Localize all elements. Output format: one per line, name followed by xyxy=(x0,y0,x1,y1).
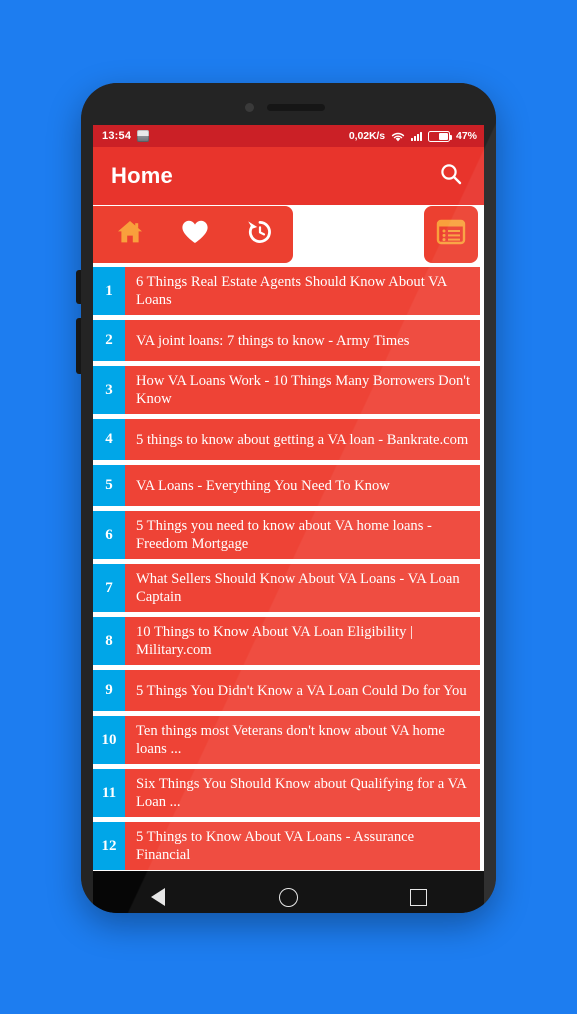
list-item-number: 1 xyxy=(93,267,125,315)
list-item-title: 5 Things You Didn't Know a VA Loan Could… xyxy=(125,670,480,711)
nav-recents-button[interactable] xyxy=(354,888,484,906)
list-item[interactable]: 95 Things You Didn't Know a VA Loan Coul… xyxy=(93,670,480,711)
network-speed-label: 0,02K/s xyxy=(348,130,385,142)
phone-screen: 13:54 0,02K/s 47% Home 1 6 Things Real E… xyxy=(93,125,484,871)
list-item-number: 11 xyxy=(93,769,125,817)
list-item[interactable]: 5 VA Loans - Everything You Need To Know xyxy=(93,465,480,506)
list-item-title: 10 Things to Know About VA Loan Eligibil… xyxy=(125,617,480,665)
list-item-number: 7 xyxy=(93,564,125,612)
list-item[interactable]: 16 Things Real Estate Agents Should Know… xyxy=(93,267,480,315)
status-time: 13:54 xyxy=(102,130,132,142)
battery-icon xyxy=(427,130,453,142)
list-item[interactable]: 12 5 Things to Know About VA Loans - Assu… xyxy=(93,822,480,870)
signal-bars-icon xyxy=(410,131,422,141)
home-circle-icon xyxy=(278,887,298,907)
history-icon xyxy=(245,217,275,252)
heart-icon xyxy=(180,217,210,252)
nav-home-button[interactable] xyxy=(223,887,353,907)
back-triangle-icon xyxy=(151,888,166,906)
list-item-number: 3 xyxy=(93,366,125,414)
list-item-number: 12 xyxy=(93,822,125,870)
list-item-title: 5 things to know about getting a VA loan… xyxy=(125,419,480,460)
earpiece-speaker xyxy=(267,104,325,111)
list-item[interactable]: 2 VA joint loans: 7 things to know - Army… xyxy=(93,320,480,361)
list-item-title: How VA Loans Work - 10 Things Many Borro… xyxy=(125,366,480,414)
android-navigation-bar xyxy=(93,871,484,913)
list-item[interactable]: 8 10 Things to Know About VA Loan Eligibi… xyxy=(93,617,480,665)
list-item-title: VA Loans - Everything You Need To Know xyxy=(125,465,480,506)
screenshot-stage: 13:54 0,02K/s 47% Home 1 6 Things Real E… xyxy=(0,0,577,1014)
list-item-number: 5 xyxy=(93,465,125,506)
app-bar: Home xyxy=(93,147,484,205)
list-item[interactable]: 45 things to know about getting a VA loa… xyxy=(93,419,480,460)
tab-history[interactable] xyxy=(228,206,293,263)
list-item-title: What Sellers Should Know About VA Loans … xyxy=(125,564,480,612)
nav-back-button[interactable] xyxy=(93,888,223,906)
list-item[interactable]: 65 Things you need to know about VA home… xyxy=(93,511,480,559)
tab-toolbar xyxy=(93,205,484,267)
tab-home[interactable] xyxy=(97,206,162,263)
list-item-title: Six Things You Should Know about Qualify… xyxy=(125,769,480,817)
list-item[interactable]: 7 What Sellers Should Know About VA Loans… xyxy=(93,564,480,612)
search-button[interactable] xyxy=(434,159,468,193)
list-item-title: Ten things most Veterans don't know abou… xyxy=(125,716,480,764)
phone-device-frame: 13:54 0,02K/s 47% Home 1 6 Things Real E… xyxy=(81,83,496,913)
tab-group xyxy=(93,206,293,263)
status-bar: 13:54 0,02K/s 47% xyxy=(93,125,484,147)
page-title: Home xyxy=(111,163,173,188)
list-item-number: 6 xyxy=(93,511,125,559)
wifi-icon xyxy=(391,131,405,142)
list-item-title: VA joint loans: 7 things to know - Army … xyxy=(125,320,480,361)
list-item-title: 5 Things to Know About VA Loans - Assura… xyxy=(125,822,480,870)
list-item-title: 6 Things Real Estate Agents Should Know … xyxy=(125,267,480,315)
list-item-number: 8 xyxy=(93,617,125,665)
list-item-title: 5 Things you need to know about VA home … xyxy=(125,511,480,559)
search-result-list[interactable]: 16 Things Real Estate Agents Should Know… xyxy=(93,267,484,871)
status-bar-left: 13:54 xyxy=(102,130,150,142)
list-item-number: 2 xyxy=(93,320,125,361)
list-icon xyxy=(436,219,466,250)
battery-percent-label: 47% xyxy=(455,130,477,142)
list-item[interactable]: 3 How VA Loans Work - 10 Things Many Borr… xyxy=(93,366,480,414)
front-camera-icon xyxy=(245,103,254,112)
status-bar-right: 0,02K/s 47% xyxy=(349,130,477,142)
notification-app-icon xyxy=(137,130,150,142)
list-item-number: 9 xyxy=(93,670,125,711)
search-icon xyxy=(438,161,464,192)
list-item-number: 4 xyxy=(93,419,125,460)
list-menu-button[interactable] xyxy=(424,206,478,263)
list-item-number: 10 xyxy=(93,716,125,764)
home-icon xyxy=(115,217,145,252)
recents-square-icon xyxy=(410,888,428,906)
list-item[interactable]: 10 Ten things most Veterans don't know ab… xyxy=(93,716,480,764)
tab-favorites[interactable] xyxy=(162,206,227,263)
list-item[interactable]: 11 Six Things You Should Know about Quali… xyxy=(93,769,480,817)
